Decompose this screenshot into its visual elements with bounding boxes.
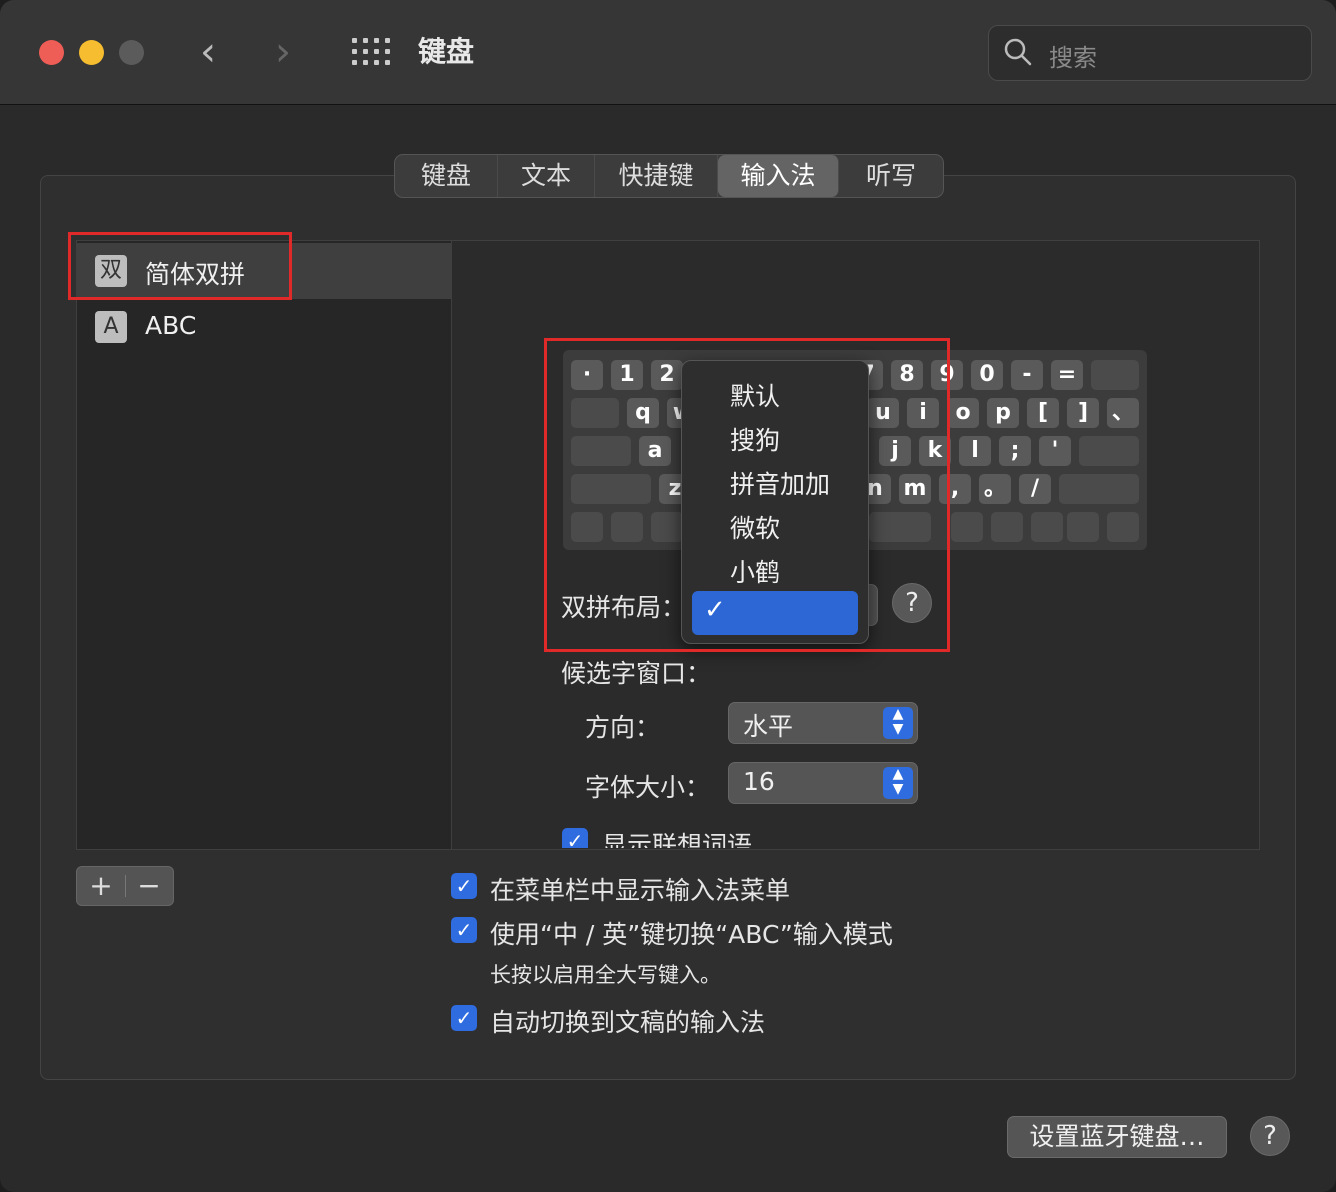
key-shift-right	[1059, 474, 1139, 504]
add-button[interactable]: +	[77, 867, 125, 905]
key-left	[991, 512, 1023, 542]
abc-badge-icon: A	[95, 311, 127, 343]
key: ]	[1067, 398, 1099, 428]
direction-label: 方向：	[585, 713, 661, 742]
list-item-abc[interactable]: A ABC	[77, 299, 451, 355]
zh-en-key-label: 使用“中 / 英”键切换“ABC”输入模式	[490, 920, 893, 949]
close-button[interactable]	[39, 40, 64, 65]
key-right	[1067, 512, 1099, 542]
preferences-window: ‹ › 键盘 搜索 键盘 文本 快捷键 输入法 听写 双 简体双拼 A ABC …	[0, 0, 1336, 1192]
key-delete	[1091, 360, 1139, 390]
annotation-highlight-box	[68, 232, 292, 300]
predictive-row-clip: ✓ 显示联想词语	[452, 820, 1258, 848]
tab-keyboard[interactable]: 键盘	[395, 155, 498, 197]
stepper-icon: ▲ ▼	[883, 707, 913, 739]
auto-switch-label: 自动切换到文稿的输入法	[490, 1008, 766, 1037]
auto-switch-checkbox[interactable]: ✓	[451, 1005, 477, 1031]
list-item-label: ABC	[145, 311, 197, 340]
key: -	[1011, 360, 1043, 390]
direction-select[interactable]: 水平 ▲ ▼	[728, 702, 918, 744]
tab-text[interactable]: 文本	[498, 155, 595, 197]
key: 、	[1107, 398, 1139, 428]
key: 。	[979, 474, 1011, 504]
font-size-label: 字体大小：	[585, 773, 711, 802]
key-up-down	[1031, 512, 1063, 542]
candidate-window-label: 候选字窗口：	[561, 659, 712, 688]
key: '	[1039, 436, 1071, 466]
key-option-right	[951, 512, 983, 542]
menu-bar-label: 在菜单栏中显示输入法菜单	[490, 876, 791, 905]
zh-en-key-hint: 长按以启用全大写键入。	[490, 963, 721, 987]
key: l	[959, 436, 991, 466]
menu-bar-checkbox[interactable]: ✓	[451, 873, 477, 899]
zh-en-key-checkbox[interactable]: ✓	[451, 917, 477, 943]
zoom-button[interactable]	[119, 40, 144, 65]
key: o	[947, 398, 979, 428]
direction-value: 水平	[743, 712, 794, 741]
add-remove-control: + −	[76, 866, 174, 906]
tab-dictation[interactable]: 听写	[839, 155, 943, 197]
window-title: 键盘	[418, 35, 475, 68]
key-return	[1079, 436, 1139, 466]
search-field[interactable]: 搜索	[988, 25, 1312, 81]
key: /	[1019, 474, 1051, 504]
back-chevron-icon[interactable]: ‹	[200, 28, 216, 76]
search-placeholder: 搜索	[1049, 44, 1097, 72]
tab-bar: 键盘 文本 快捷键 输入法 听写	[394, 154, 944, 198]
font-size-value: 16	[743, 767, 775, 796]
key: =	[1051, 360, 1083, 390]
key: p	[987, 398, 1019, 428]
font-size-select[interactable]: 16 ▲ ▼	[728, 762, 918, 804]
tab-shortcuts[interactable]: 快捷键	[595, 155, 718, 197]
search-icon	[1004, 38, 1032, 66]
key: ;	[999, 436, 1031, 466]
forward-chevron-icon[interactable]: ›	[275, 28, 291, 76]
setup-bluetooth-keyboard-button[interactable]: 设置蓝牙键盘…	[1007, 1116, 1227, 1158]
help-button[interactable]: ?	[1250, 1116, 1290, 1156]
tab-input-sources[interactable]: 输入法	[718, 155, 839, 197]
predictive-label: 显示联想词语	[602, 831, 753, 848]
predictive-checkbox[interactable]: ✓	[562, 828, 588, 848]
annotation-highlight-box	[544, 338, 950, 652]
remove-button[interactable]: −	[125, 867, 173, 905]
key: 0	[971, 360, 1003, 390]
key: [	[1027, 398, 1059, 428]
stepper-icon: ▲ ▼	[883, 767, 913, 799]
title-bar: ‹ › 键盘 搜索	[0, 0, 1336, 105]
input-source-list: 双 简体双拼 A ABC	[76, 240, 452, 850]
minimize-button[interactable]	[79, 40, 104, 65]
show-all-grid-icon[interactable]	[352, 38, 390, 68]
key-extra	[1107, 512, 1139, 542]
